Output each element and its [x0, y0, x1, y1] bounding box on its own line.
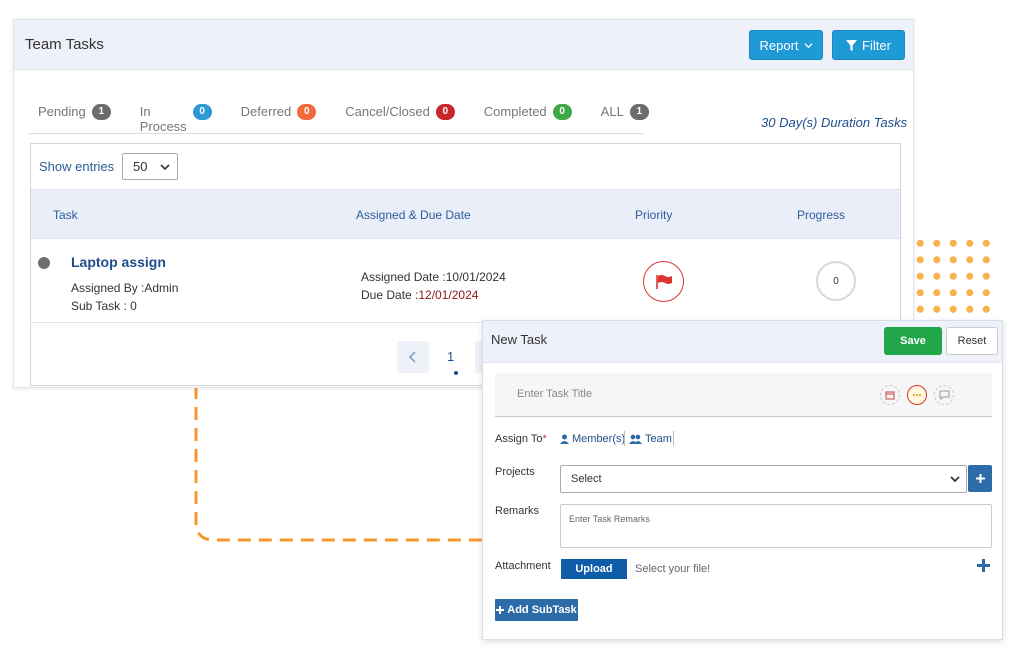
- dashed-connector: [194, 386, 493, 542]
- chevron-left-icon: [408, 351, 416, 363]
- task-name-link[interactable]: Laptop assign: [71, 254, 166, 270]
- assign-to-label: Assign To*: [495, 433, 547, 445]
- column-header-progress[interactable]: Progress: [797, 208, 845, 222]
- duration-link[interactable]: 30 Day(s) Duration Tasks: [761, 115, 907, 130]
- calendar-icon[interactable]: [880, 385, 900, 405]
- due-date-value: 12/01/2024: [418, 288, 479, 302]
- column-header-priority[interactable]: Priority: [635, 208, 672, 222]
- comment-icon[interactable]: [934, 385, 954, 405]
- upload-button[interactable]: Upload: [561, 559, 627, 579]
- attachment-label: Attachment: [495, 560, 551, 572]
- team-tasks-header: Team Tasks Report Filter: [14, 20, 913, 70]
- projects-select-value: Select: [571, 473, 602, 485]
- required-marker: *: [542, 433, 547, 445]
- table-header: Task Assigned & Due Date Priority Progre…: [31, 189, 900, 239]
- due-date-label: Due Date :: [361, 288, 419, 302]
- divider: [624, 431, 625, 446]
- assign-to-text: Assign To: [495, 433, 543, 445]
- chevron-down-icon: [803, 42, 813, 48]
- pagination-prev-button[interactable]: [397, 341, 429, 373]
- tab-all[interactable]: ALL 1: [592, 104, 649, 133]
- priority-icon[interactable]: [907, 385, 927, 405]
- plus-icon: [496, 606, 505, 614]
- projects-label: Projects: [495, 466, 535, 478]
- assigned-date-label: Assigned Date :: [361, 270, 446, 284]
- priority-flag[interactable]: [643, 261, 684, 302]
- pagination-page[interactable]: 1: [447, 349, 454, 364]
- assigned-by: Assigned By :Admin: [71, 281, 179, 295]
- entries-select[interactable]: 50: [122, 153, 178, 180]
- chevron-down-icon: [950, 476, 960, 483]
- user-icon: [560, 434, 569, 444]
- divider: [673, 431, 674, 446]
- task-title-input[interactable]: Enter Task Title: [517, 388, 592, 400]
- flag-icon: [655, 274, 672, 289]
- tab-label: Pending: [38, 104, 86, 119]
- users-icon: [629, 434, 642, 444]
- status-tabs: Pending 1 In Process 0 Deferred 0 Cancel…: [29, 104, 649, 134]
- table-row[interactable]: Laptop assign Assigned By :Admin Sub Tas…: [31, 239, 900, 323]
- file-hint: Select your file!: [635, 563, 711, 575]
- tab-label: ALL: [600, 104, 624, 119]
- plus-icon: [977, 559, 990, 572]
- sub-task-count: Sub Task : 0: [71, 299, 137, 313]
- tab-cancel-closed[interactable]: Cancel/Closed 0: [336, 104, 455, 133]
- page-title: Team Tasks: [25, 36, 104, 53]
- assigned-date-line: Assigned Date :10/01/2024: [361, 270, 506, 284]
- plus-icon: [975, 474, 985, 483]
- entries-value: 50: [133, 159, 148, 174]
- column-header-task[interactable]: Task: [53, 208, 78, 222]
- tab-label: In Process: [139, 104, 187, 134]
- new-task-panel: New Task Save Reset Enter Task Title Ass…: [482, 320, 1003, 640]
- members-label: Member(s): [572, 433, 626, 445]
- count-badge: 0: [192, 104, 212, 120]
- tab-label: Completed: [483, 104, 547, 119]
- count-badge: 0: [552, 104, 572, 120]
- chevron-down-icon: [160, 163, 170, 170]
- tab-label: Deferred: [240, 104, 292, 119]
- new-task-header: New Task Save Reset: [483, 321, 1002, 363]
- report-button-label: Report: [759, 37, 799, 53]
- save-button[interactable]: Save: [884, 327, 942, 355]
- task-title-field[interactable]: Enter Task Title: [495, 373, 992, 417]
- projects-select[interactable]: Select: [560, 465, 967, 493]
- report-button[interactable]: Report: [749, 30, 823, 60]
- status-dot: [38, 257, 50, 269]
- count-badge: 0: [435, 104, 455, 120]
- count-badge: 0: [297, 104, 317, 120]
- team-label: Team: [645, 433, 672, 445]
- remarks-textarea[interactable]: Enter Task Remarks: [560, 504, 992, 548]
- assign-members-option[interactable]: Member(s): [560, 433, 625, 445]
- assigned-date-value: 10/01/2024: [445, 270, 506, 284]
- tab-completed[interactable]: Completed 0: [475, 104, 572, 133]
- column-header-assigned-due[interactable]: Assigned & Due Date: [356, 208, 471, 222]
- pagination-active-dot: [454, 371, 458, 375]
- progress-indicator: 0: [816, 261, 856, 301]
- stage: Team Tasks Report Filter Pending 1 In Pr…: [0, 0, 1024, 650]
- filter-button-label: Filter: [862, 37, 891, 53]
- assign-team-option[interactable]: Team: [629, 433, 672, 445]
- tab-pending[interactable]: Pending 1: [29, 104, 111, 133]
- dot-pattern-decoration: [912, 235, 992, 315]
- count-badge: 1: [91, 104, 111, 120]
- add-subtask-label: Add SubTask: [507, 604, 577, 616]
- tab-deferred[interactable]: Deferred 0: [232, 104, 317, 133]
- add-subtask-button[interactable]: Add SubTask: [495, 599, 578, 621]
- filter-button[interactable]: Filter: [832, 30, 905, 60]
- remarks-placeholder: Enter Task Remarks: [569, 514, 650, 524]
- tab-label: Cancel/Closed: [345, 104, 430, 119]
- filter-icon: [846, 39, 858, 51]
- add-attachment-button[interactable]: [977, 555, 990, 578]
- due-date-line: Due Date :12/01/2024: [361, 288, 478, 302]
- reset-button[interactable]: Reset: [946, 327, 998, 355]
- tab-in-process[interactable]: In Process 0: [131, 104, 212, 134]
- count-badge: 1: [629, 104, 649, 120]
- add-project-button[interactable]: [968, 465, 992, 492]
- new-task-title: New Task: [491, 332, 548, 347]
- remarks-label: Remarks: [495, 505, 540, 517]
- show-entries-label: Show entries: [39, 159, 115, 174]
